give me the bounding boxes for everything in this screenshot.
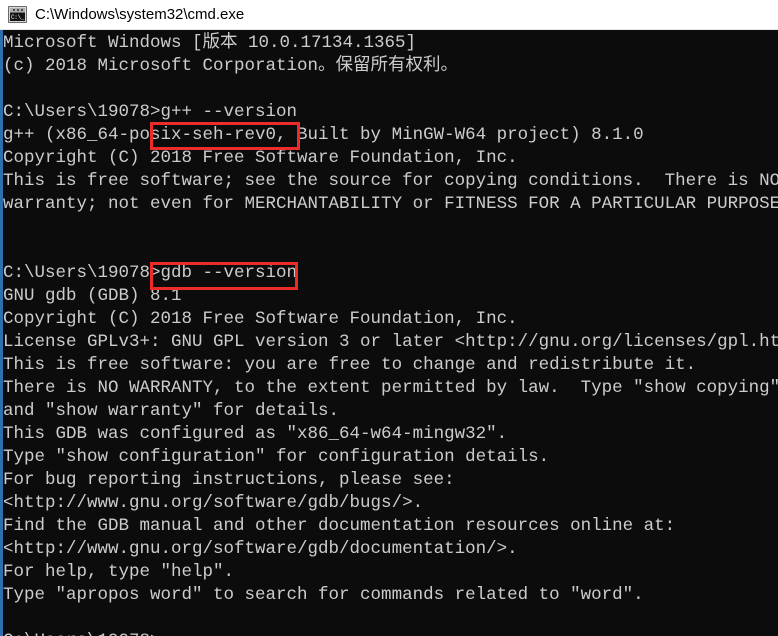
console-line: and "show warranty" for details. — [3, 401, 340, 421]
console-line: (c) 2018 Microsoft Corporation。保留所有权利。 — [3, 56, 459, 76]
cmd-window: C:\_ C:\Windows\system32\cmd.exe Microso… — [0, 0, 778, 636]
console-line: Find the GDB manual and other documentat… — [3, 516, 676, 536]
console-line: For help, type "help". — [3, 562, 235, 582]
window-titlebar[interactable]: C:\_ C:\Windows\system32\cmd.exe — [0, 0, 778, 30]
console-line: Copyright (C) 2018 Free Software Foundat… — [3, 148, 518, 168]
icon-prompt-glyph: C:\_ — [10, 13, 25, 21]
window-title: C:\Windows\system32\cmd.exe — [35, 6, 245, 23]
console-line: warranty; not even for MERCHANTABILITY o… — [3, 194, 778, 214]
console-line: Type "apropos word" to search for comman… — [3, 585, 644, 605]
console-line: GNU gdb (GDB) 8.1 — [3, 286, 182, 306]
console-line: <http://www.gnu.org/software/gdb/bugs/>. — [3, 493, 424, 513]
console-line: g++ (x86_64-posix-seh-rev0, Built by Min… — [3, 125, 644, 145]
console-line: <http://www.gnu.org/software/gdb/documen… — [3, 539, 518, 559]
console-line: This is free software: you are free to c… — [3, 355, 697, 375]
console-line: C:\Users\19078> — [3, 630, 778, 636]
console-line: There is NO WARRANTY, to the extent perm… — [3, 378, 778, 398]
console-line: This GDB was configured as "x86_64-w64-m… — [3, 424, 508, 444]
console-text-buffer: Microsoft Windows [版本 10.0.17134.1365] (c… — [3, 32, 778, 636]
console-line: Type "show configuration" for configurat… — [3, 447, 550, 467]
console-line: This is free software; see the source fo… — [3, 171, 778, 191]
console-output-area[interactable]: Microsoft Windows [版本 10.0.17134.1365] (c… — [0, 30, 778, 636]
console-line: C:\Users\19078>gdb --version — [3, 263, 298, 283]
console-line: Copyright (C) 2018 Free Software Foundat… — [3, 309, 518, 329]
console-line: C:\Users\19078>g++ --version — [3, 102, 298, 122]
cmd-console-icon: C:\_ — [8, 6, 27, 23]
console-line: For bug reporting instructions, please s… — [3, 470, 455, 490]
console-line: Microsoft Windows [版本 10.0.17134.1365] — [3, 33, 417, 53]
console-line: License GPLv3+: GNU GPL version 3 or lat… — [3, 332, 778, 352]
